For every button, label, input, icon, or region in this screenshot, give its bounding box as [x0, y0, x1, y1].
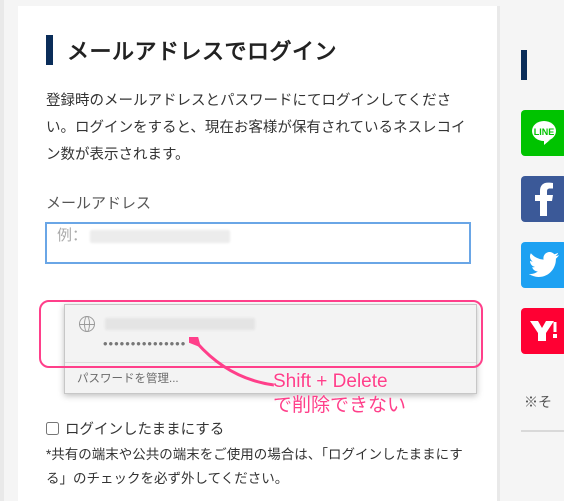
svg-text:LINE: LINE	[534, 127, 555, 137]
facebook-login-button[interactable]	[521, 176, 564, 222]
autofill-password-mask: •••••••••••••••	[103, 336, 462, 351]
side-heading-bar	[521, 50, 564, 80]
login-description: 登録時のメールアドレスとパスワードにてログインしてください。ログインをすると、現…	[46, 88, 470, 168]
email-label: メールアドレス	[46, 192, 470, 213]
remember-me-hint: *共有の端末や公共の端末をご使用の場合は、「ログインしたままにする」のチェックを…	[46, 443, 476, 490]
email-placeholder-redacted	[90, 230, 230, 243]
twitter-login-button[interactable]	[521, 242, 564, 288]
annotation-text: Shift + Delete で削除できない	[273, 370, 406, 418]
autofill-username-redacted	[105, 318, 255, 330]
remember-me-row[interactable]: ログインしたままにする	[46, 418, 224, 439]
side-column: LINE	[521, 50, 564, 374]
autofill-suggestion[interactable]: •••••••••••••••	[65, 305, 476, 363]
remember-me-label: ログインしたままにする	[65, 418, 224, 439]
autofill-dropdown: ••••••••••••••• パスワードを管理...	[64, 304, 477, 394]
card-right-edge	[497, 6, 500, 501]
remember-me-checkbox[interactable]	[46, 422, 59, 435]
heading-accent-bar	[46, 35, 53, 65]
email-input[interactable]: 例：	[46, 223, 470, 263]
globe-icon	[79, 316, 95, 332]
side-divider	[521, 430, 564, 432]
yahoo-icon	[529, 320, 559, 342]
line-icon: LINE	[529, 118, 559, 148]
annotation-line2: で削除できない	[273, 395, 406, 416]
email-placeholder-prefix: 例：	[57, 227, 87, 244]
facebook-icon	[534, 182, 554, 216]
section-heading: メールアドレスでログイン	[46, 34, 470, 66]
yahoo-login-button[interactable]	[521, 308, 564, 354]
manage-passwords-link[interactable]: パスワードを管理...	[65, 363, 476, 393]
side-note: ※そ	[524, 392, 552, 412]
annotation-line1: Shift + Delete	[273, 371, 388, 392]
twitter-icon	[529, 252, 559, 278]
line-login-button[interactable]: LINE	[521, 110, 564, 156]
heading-title: メールアドレスでログイン	[67, 34, 337, 66]
